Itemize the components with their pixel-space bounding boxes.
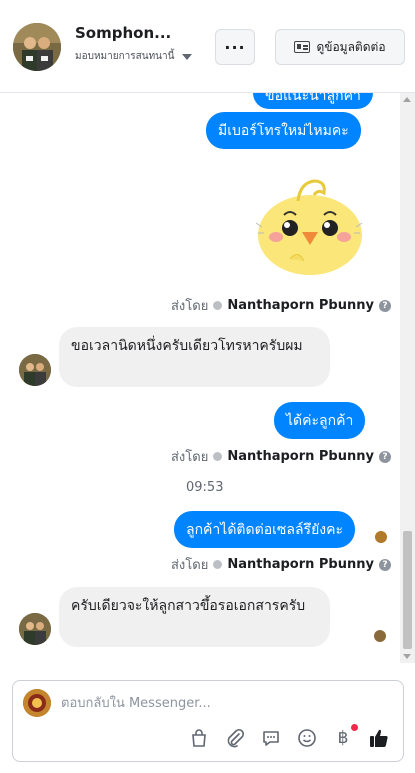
view-contact-info-button[interactable]: ดูข้อมูลติดต่อ [275,29,405,65]
message-bubble-outgoing[interactable]: ขอแนะนำลูกค้า [253,93,373,109]
baht-symbol: ฿ [337,728,349,748]
seen-avatar [373,629,387,643]
paperclip-icon[interactable] [223,726,247,750]
contact-avatar-small [19,354,51,386]
baht-icon[interactable]: ฿ [331,724,358,750]
sent-by-prefix: ส่งโดย [171,558,209,573]
help-icon[interactable]: ? [378,299,391,312]
contact-card-icon [294,41,311,53]
page-avatar [23,689,51,717]
contact-button-label: ดูข้อมูลติดต่อ [316,39,386,54]
message-bubble-outgoing[interactable]: มีเบอร์โทรใหม่ไหมคะ [206,112,361,149]
message-text: มีเบอร์โทรใหม่ไหมคะ [218,123,349,139]
more-icon: ··· [224,37,246,57]
sent-by-label: ส่งโดย Nanthaporn Pbunny ? [171,446,391,467]
message-text: ขอแนะนำลูกค้า [265,93,361,104]
more-options-button[interactable]: ··· [215,29,255,65]
message-timestamp: 09:53 [186,480,224,495]
emoji-icon[interactable] [295,726,319,750]
seen-avatar [374,530,388,544]
composer-toolbar: ฿ [187,724,391,750]
sender-name: Nanthaporn Pbunny [227,449,374,464]
chevron-down-icon [182,53,193,60]
verified-icon [213,301,223,310]
bag-icon[interactable] [187,726,211,750]
thread-scrollbar[interactable] [400,93,415,663]
sent-by-label: ส่งโดย Nanthaporn Pbunny ? [171,295,391,316]
contact-avatar-small [19,613,51,645]
assign-label: มอบหมายการสนทนานี้ [75,51,175,62]
notification-dot [351,724,358,731]
sent-by-prefix: ส่งโดย [171,450,209,465]
message-bubble-outgoing[interactable]: ลูกค้าได้ติดต่อเซลล์รึยังคะ [174,511,355,548]
help-icon[interactable]: ? [378,558,391,571]
speech-bubble-icon[interactable] [259,726,283,750]
scroll-down-arrow-icon[interactable] [403,654,411,659]
message-text: ลูกค้าได้ติดต่อเซลล์รึยังคะ [186,522,343,538]
message-text: ครับเดียวจะให้ลูกสาวขึ้อรอเอกสารครับ [71,598,306,614]
conversation-header: Somphon... มอบหมายการสนทนานี้ ··· ดูข้อม… [0,0,415,93]
message-bubble-incoming[interactable]: ขอเวลานิดหนึ่งครับเดียวโทรหาครับผม [59,327,330,387]
thumbs-up-icon[interactable] [367,726,391,750]
contact-avatar[interactable] [13,23,61,71]
message-bubble-incoming[interactable]: ครับเดียวจะให้ลูกสาวขึ้อรอเอกสารครับ [59,587,330,647]
help-icon[interactable]: ? [378,450,391,463]
contact-name: Somphon... [75,24,172,42]
sticker-image[interactable] [254,175,366,275]
message-composer: ฿ [12,680,404,762]
reply-input[interactable] [61,692,391,714]
scrollbar-thumb[interactable] [403,531,412,649]
message-thread: ขอแนะนำลูกค้า มีเบอร์โทรใหม่ไหมคะ ส่งโดย… [0,93,400,663]
verified-icon [213,452,223,461]
sender-name: Nanthaporn Pbunny [227,298,374,313]
assign-conversation-dropdown[interactable]: มอบหมายการสนทนานี้ [75,49,193,64]
sender-name: Nanthaporn Pbunny [227,557,374,572]
sent-by-prefix: ส่งโดย [171,299,209,314]
sent-by-label: ส่งโดย Nanthaporn Pbunny ? [171,554,391,575]
scroll-up-arrow-icon[interactable] [403,97,411,102]
message-text: ขอเวลานิดหนึ่งครับเดียวโทรหาครับผม [71,338,303,354]
verified-icon [213,560,223,569]
message-text: ได้ค่ะลูกค้า [286,413,354,429]
message-bubble-outgoing[interactable]: ได้ค่ะลูกค้า [274,402,366,439]
